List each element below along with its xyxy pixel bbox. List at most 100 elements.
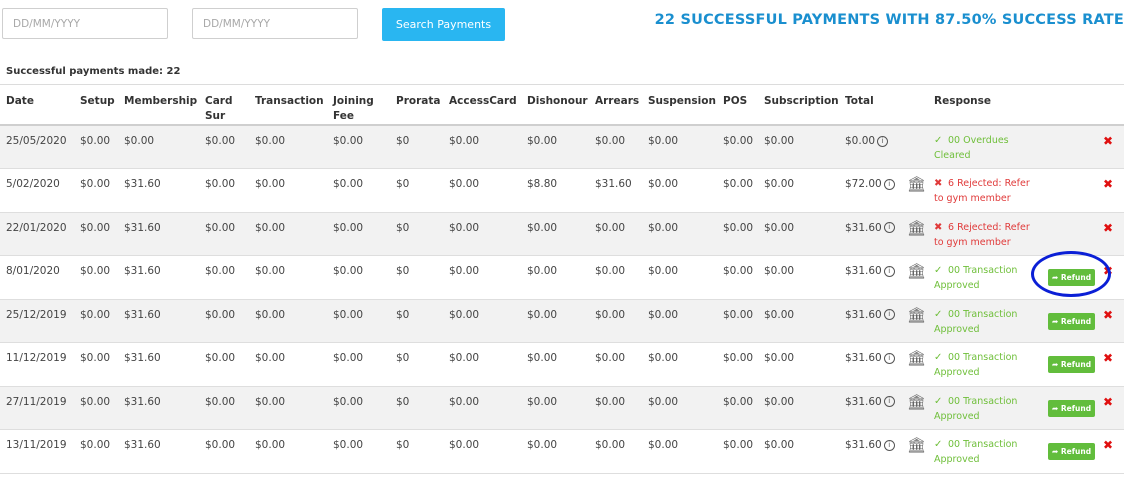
cell-arrears: $31.60 — [589, 168, 642, 213]
delete-icon[interactable]: ✖ — [1103, 395, 1113, 409]
cell-total: $31.60 i — [839, 255, 901, 300]
column-header-11: POS — [717, 86, 758, 126]
cell-suspension: $0.00 — [642, 125, 717, 169]
bank-icon[interactable]: 🏛 — [907, 177, 926, 192]
cell-response: ✓ 00 Transaction Approved — [928, 299, 1042, 343]
cell-joining-fee: $0.00 — [327, 255, 390, 300]
delete-icon[interactable]: ✖ — [1103, 308, 1113, 322]
cell-delete: ✖ — [1097, 342, 1124, 387]
success-check-icon: ✓ — [934, 265, 943, 276]
cell-arrears: $0.00 — [589, 212, 642, 256]
cell-suspension: $0.00 — [642, 386, 717, 430]
bank-icon[interactable]: 🏛 — [907, 394, 926, 409]
cell-joining-fee: $0.00 — [327, 429, 390, 474]
delete-icon[interactable]: ✖ — [1103, 177, 1113, 191]
cell-membership: $31.60 — [118, 168, 199, 213]
cell-setup: $0.00 — [74, 125, 118, 169]
delete-icon[interactable]: ✖ — [1103, 221, 1113, 235]
cell-bank: 🏛 — [901, 386, 928, 430]
cell-bank — [901, 125, 928, 169]
cell-response: ✓ 00 Overdues Cleared — [928, 125, 1042, 169]
column-header-4: Transaction — [249, 86, 327, 126]
refund-button[interactable]: ➦ Refund — [1048, 399, 1096, 417]
cell-delete: ✖ — [1097, 429, 1124, 474]
cell-card-sur: $0.00 — [199, 255, 249, 300]
cell-suspension: $0.00 — [642, 299, 717, 343]
refund-button[interactable]: ➦ Refund — [1048, 312, 1096, 330]
cell-transaction: $0.00 — [249, 212, 327, 256]
delete-icon[interactable]: ✖ — [1103, 264, 1113, 278]
cell-suspension: $0.00 — [642, 429, 717, 474]
cell-card-sur: $0.00 — [199, 299, 249, 343]
cell-access-card: $0.00 — [443, 255, 521, 300]
info-icon[interactable]: i — [883, 309, 895, 320]
refund-label: Refund — [1060, 403, 1092, 413]
bank-icon[interactable]: 🏛 — [907, 220, 926, 235]
column-header-8: Dishonour — [521, 86, 589, 126]
delete-icon[interactable]: ✖ — [1103, 351, 1113, 365]
info-icon[interactable]: i — [883, 222, 895, 233]
info-icon[interactable]: i — [883, 396, 895, 407]
cell-membership: $31.60 — [118, 299, 199, 343]
delete-icon[interactable]: ✖ — [1103, 134, 1113, 148]
total-value: $31.60 — [845, 439, 882, 451]
search-payments-button[interactable]: Search Payments — [382, 8, 505, 41]
cell-arrears: $0.00 — [589, 429, 642, 474]
column-header-9: Arrears — [589, 86, 642, 126]
cell-dishonour: $0.00 — [521, 386, 589, 430]
refund-button[interactable]: ➦ Refund — [1048, 443, 1096, 460]
from-date-input[interactable] — [2, 8, 168, 39]
info-icon[interactable]: i — [883, 178, 895, 190]
cell-dishonour: $0.00 — [521, 429, 589, 474]
cell-subscription: $0.00 — [758, 386, 839, 430]
table-row: 22/01/2020 $0.00 $31.60 $0.00 $0.00 $0.00 $0 $0… — [0, 212, 1124, 256]
column-header-12: Subscription — [758, 86, 839, 126]
cell-card-sur: $0.00 — [199, 429, 249, 474]
cell-setup: $0.00 — [74, 212, 118, 256]
info-icon[interactable]: i — [883, 265, 895, 277]
total-value: $31.60 — [845, 221, 882, 234]
info-icon[interactable]: i — [883, 439, 895, 451]
cell-suspension: $0.00 — [642, 168, 717, 213]
cell-total: $31.60 i — [839, 299, 901, 343]
success-check-icon: ✓ — [934, 135, 943, 146]
cell-total: $31.60 i — [839, 429, 901, 474]
cell-transaction: $0.00 — [249, 299, 327, 343]
cell-refund: ➦ Refund — [1042, 342, 1097, 387]
bank-icon[interactable]: 🏛 — [907, 438, 926, 453]
bank-icon[interactable]: 🏛 — [907, 351, 926, 366]
cell-pos: $0.00 — [717, 342, 758, 387]
cell-refund: ➦ Refund — [1042, 299, 1097, 343]
delete-icon[interactable]: ✖ — [1103, 438, 1113, 452]
cell-membership: $31.60 — [118, 212, 199, 256]
cell-access-card: $0.00 — [443, 429, 521, 474]
cell-dishonour: $8.80 — [521, 168, 589, 213]
info-icon[interactable]: i — [877, 135, 889, 147]
cell-access-card: $0.00 — [443, 168, 521, 213]
cell-transaction: $0.00 — [249, 255, 327, 300]
cell-prorata: $0 — [390, 212, 443, 256]
cell-prorata: $0 — [390, 168, 443, 213]
info-icon[interactable]: i — [883, 352, 895, 364]
cell-subscription: $0.00 — [758, 429, 839, 474]
bank-icon[interactable]: 🏛 — [907, 307, 926, 322]
column-header-17 — [1097, 86, 1124, 126]
cell-access-card: $0.00 — [443, 342, 521, 387]
to-date-input[interactable] — [192, 8, 358, 39]
cell-response: ✓ 00 Transaction Approved — [928, 255, 1042, 300]
cell-delete: ✖ — [1097, 255, 1124, 300]
success-check-icon: ✓ — [934, 308, 943, 320]
cell-date: 25/12/2019 — [0, 299, 74, 343]
cell-membership: $31.60 — [118, 342, 199, 387]
cell-suspension: $0.00 — [642, 255, 717, 300]
refund-label: Refund — [1060, 447, 1092, 456]
refund-button[interactable]: ➦ Refund — [1048, 269, 1096, 286]
cell-delete: ✖ — [1097, 299, 1124, 343]
table-row: 11/12/2019 $0.00 $31.60 $0.00 $0.00 $0.00 $0 $0… — [0, 342, 1124, 387]
share-arrow-icon: ➦ — [1052, 316, 1061, 326]
table-row: 5/02/2020 $0.00 $31.60 $0.00 $0.00 $0.00 $0 $0.… — [0, 168, 1124, 213]
bank-icon[interactable]: 🏛 — [907, 264, 926, 279]
cell-date: 11/12/2019 — [0, 342, 74, 387]
refund-button[interactable]: ➦ Refund — [1048, 356, 1096, 373]
cell-response: ✓ 00 Transaction Approved — [928, 429, 1042, 474]
